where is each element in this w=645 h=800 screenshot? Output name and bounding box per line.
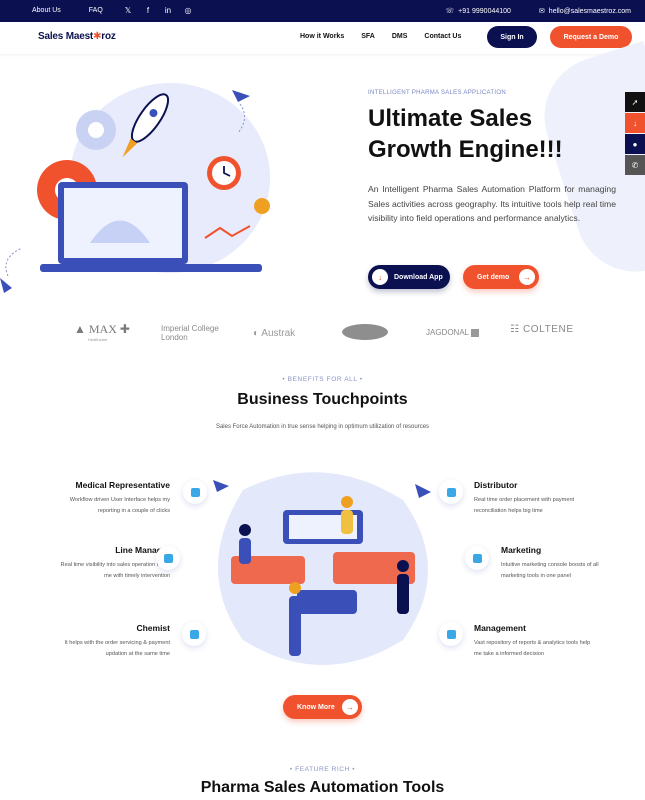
sign-in-button[interactable]: Sign In [487, 26, 537, 48]
logo-oval [342, 324, 388, 340]
faq-link[interactable]: FAQ [89, 7, 103, 14]
client-logos: ▲ MAX ✚ Healthcare Imperial College Lond… [0, 318, 645, 354]
hero-title: Ultimate Sales Growth Engine!!! [368, 105, 563, 163]
logo-max: ▲ MAX ✚ Healthcare [74, 322, 130, 342]
business-illustration [213, 472, 431, 665]
nav-sfa[interactable]: SFA [361, 33, 375, 40]
blue-gear-icon [76, 110, 116, 150]
hero-eyebrow: INTELLIGENT PHARMA SALES APPLICATION [368, 90, 506, 96]
mail-icon: ✉ [538, 8, 545, 15]
main-nav: Sales Maest✱roz How it Works SFA DMS Con… [0, 22, 645, 54]
benefits-subtitle: Sales Force Automation in true sense hel… [215, 424, 430, 430]
benefits-title: Business Touchpoints [237, 391, 408, 408]
hero-description: An Intelligent Pharma Sales Automation P… [368, 184, 616, 223]
chat-icon[interactable]: ● [625, 134, 645, 154]
features-eyebrow: • FEATURE RICH • [289, 766, 356, 773]
person-3-head [397, 560, 409, 572]
person-1-head [341, 496, 353, 508]
benefits-eyebrow: • BENEFITS FOR ALL • [282, 376, 363, 383]
nav-contact-us[interactable]: Contact Us [424, 33, 461, 40]
touchpoint-medical-rep: Medical Representative Workflow driven U… [69, 480, 170, 514]
touchpoint-distributor: Distributor Real time order placement wi… [474, 480, 575, 514]
marketing-icon [465, 546, 489, 570]
chemist-icon [182, 622, 206, 646]
email-link[interactable]: ✉ hello@salesmaestroz.com [539, 7, 631, 15]
hero-illustration [0, 83, 270, 293]
phone-link[interactable]: ☏ +91 9990044100 [445, 7, 511, 15]
download-app-button[interactable]: ↓ Download App [368, 265, 450, 289]
logo-jagdonal: JAGDONAL [426, 328, 480, 337]
rocket-icon[interactable]: ➚ [625, 92, 645, 112]
distributor-icon [439, 480, 463, 504]
management-icon [439, 622, 463, 646]
instagram-icon[interactable]: ◎ [184, 5, 192, 15]
nav-how-it-works[interactable]: How it Works [300, 33, 344, 40]
touchpoint-line-manager: Line Manager Real time visibility into s… [60, 545, 170, 579]
download-arrow-icon: ↓ [372, 269, 388, 285]
paper-plane-icon-2 [0, 278, 12, 293]
logo-imperial: Imperial College London [161, 324, 219, 342]
medical-rep-icon [183, 480, 207, 504]
person-4-head [289, 582, 301, 594]
arrow-right-icon: → [342, 699, 358, 715]
touchpoint-chemist: Chemist It helps with the order servicin… [64, 623, 170, 657]
twitter-icon[interactable]: 𝕏 [124, 5, 132, 15]
get-demo-button[interactable]: Get demo → [463, 265, 539, 289]
paper-plane-icon [232, 90, 250, 102]
about-us-link[interactable]: About Us [32, 7, 61, 14]
know-more-button[interactable]: Know More → [283, 695, 362, 719]
logo-coltene: ☷ COLTENE [510, 324, 574, 335]
linkedin-icon[interactable]: in [164, 5, 172, 15]
download-icon[interactable]: ↓ [625, 113, 645, 133]
features-title: Pharma Sales Automation Tools [200, 779, 445, 796]
arrow-right-icon: → [519, 269, 535, 285]
line-manager-icon [156, 546, 180, 570]
phone-icon: ☏ [445, 8, 455, 15]
coin-icon [254, 198, 270, 214]
logo-austrak: ◐ Austrak [253, 328, 296, 339]
clock-icon [207, 156, 241, 190]
phone-icon[interactable]: ✆ [625, 155, 645, 175]
nav-dms[interactable]: DMS [392, 33, 408, 40]
logo[interactable]: Sales Maest✱roz [38, 31, 116, 42]
laptop-base [40, 264, 262, 272]
top-bar: About Us FAQ 𝕏 f in ◎ ☏ +91 9990044100 ✉ h… [0, 0, 645, 22]
facebook-icon[interactable]: f [144, 5, 152, 15]
touchpoint-management: Management Vast repository of reports & … [474, 623, 591, 657]
request-demo-button[interactable]: Request a Demo [550, 26, 632, 48]
side-float-bar: ➚ ↓ ● ✆ [625, 92, 645, 176]
touchpoint-marketing: Marketing Intuitive marketing console bo… [501, 545, 599, 579]
person-2-head [239, 524, 251, 536]
